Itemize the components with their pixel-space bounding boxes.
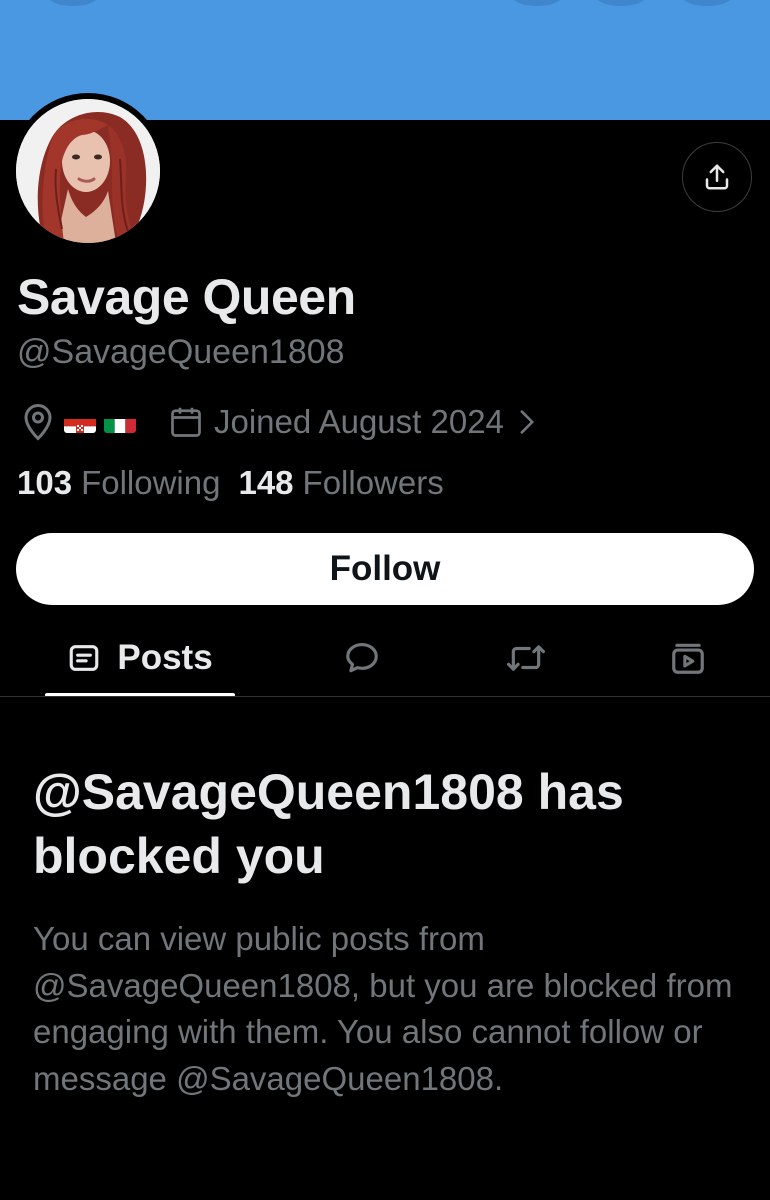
following-label: Following xyxy=(81,464,221,501)
share-button[interactable] xyxy=(682,142,752,212)
followers-link[interactable]: 148 Followers xyxy=(238,464,443,502)
following-count: 103 xyxy=(17,464,73,501)
tabs-divider xyxy=(0,696,770,697)
top-nav-button[interactable] xyxy=(682,0,732,6)
follow-button[interactable]: Follow xyxy=(16,533,754,605)
top-nav-button[interactable] xyxy=(48,0,98,6)
tab-media[interactable] xyxy=(652,620,724,696)
calendar-icon xyxy=(171,407,201,437)
avatar[interactable] xyxy=(10,93,166,249)
tab-posts[interactable]: Posts xyxy=(45,620,235,696)
top-nav-button[interactable] xyxy=(596,0,646,6)
replies-icon xyxy=(346,642,378,673)
tab-posts-label: Posts xyxy=(117,638,213,677)
tab-replies[interactable] xyxy=(326,620,398,696)
profile-handle: @SavageQueen1808 xyxy=(17,333,345,371)
joined-date[interactable]: Joined August 2024 xyxy=(214,403,504,441)
share-icon xyxy=(705,164,729,190)
display-name: Savage Queen xyxy=(17,269,356,325)
profile-tabs: Posts xyxy=(0,620,770,696)
reposts-icon xyxy=(507,645,546,671)
location-icon xyxy=(24,404,52,441)
posts-icon xyxy=(70,645,99,671)
italy-flag-icon xyxy=(104,411,136,433)
blocked-message: You can view public posts from @SavageQu… xyxy=(33,920,733,1097)
avatar-photo xyxy=(16,99,160,243)
blocked-title: @SavageQueen1808 has blocked you xyxy=(33,764,624,884)
chevron-right-icon[interactable] xyxy=(518,409,536,435)
croatia-flag-icon xyxy=(64,411,96,433)
top-nav-button[interactable] xyxy=(512,0,562,6)
followers-count: 148 xyxy=(238,464,294,501)
tab-reposts[interactable] xyxy=(488,620,564,696)
media-icon xyxy=(672,643,704,674)
profile-meta-row: Joined August 2024 xyxy=(20,400,536,444)
following-link[interactable]: 103 Following xyxy=(17,464,220,502)
follow-stats: 103 Following 148 Followers xyxy=(17,464,444,502)
followers-label: Followers xyxy=(302,464,444,501)
